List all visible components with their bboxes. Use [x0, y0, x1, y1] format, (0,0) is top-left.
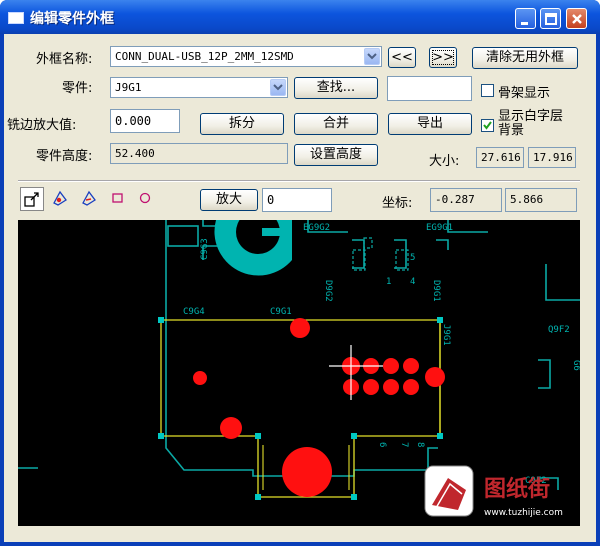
- polygon-edit-icon[interactable]: [78, 187, 102, 211]
- outline-name-dropdown[interactable]: CONN_DUAL-USB_12P_2MM_12SMD: [110, 46, 382, 67]
- white-bg-label: 显示白字层 背景: [498, 109, 564, 138]
- label-d9g2: D9G2: [323, 280, 333, 302]
- mill-label: 铣边放大值:: [7, 118, 77, 133]
- size-height-field: 17.916: [528, 147, 576, 168]
- pcb-drawing: C9G3 EG9G2 EG9G1 D9G2 D9G1 C9G4 C9G1 J9G…: [18, 220, 580, 518]
- skeleton-checkbox[interactable]: [481, 84, 494, 97]
- label-pin4: 4: [410, 277, 415, 287]
- label-pin5: 5: [410, 253, 415, 263]
- label-pin1: 1: [386, 277, 391, 287]
- section-divider: [18, 180, 580, 182]
- label-pin8: 8: [415, 442, 425, 447]
- label-eg9g1: EG9G1: [426, 223, 453, 233]
- circle-tool-icon[interactable]: [134, 187, 158, 211]
- pcb-canvas[interactable]: C9G3 EG9G2 EG9G1 D9G2 D9G1 C9G4 C9G1 J9G…: [18, 220, 580, 526]
- export-button[interactable]: 导出: [388, 113, 472, 135]
- outline-name-label: 外框名称:: [36, 52, 93, 67]
- watermark-brand: 图纸街: [484, 476, 550, 502]
- size-label: 大小:: [429, 154, 460, 169]
- prev-outline-button[interactable]: <<: [388, 47, 416, 68]
- chevron-down-icon[interactable]: [270, 79, 286, 96]
- skeleton-label: 骨架显示: [498, 86, 551, 101]
- label-j9g1: J9G1: [441, 324, 451, 346]
- part-label: 零件:: [62, 81, 93, 96]
- coord-y-field: 5.866: [505, 188, 577, 212]
- select-arrow-icon[interactable]: [20, 187, 44, 211]
- set-height-button[interactable]: 设置高度: [294, 144, 378, 166]
- next-outline-button[interactable]: >>: [429, 47, 457, 68]
- mill-input[interactable]: 0.000: [110, 109, 180, 133]
- split-button[interactable]: 拆分: [200, 113, 284, 135]
- label-c9g3: C9G3: [200, 238, 210, 260]
- close-button[interactable]: [566, 8, 587, 29]
- label-pin7: 7: [399, 442, 409, 447]
- height-label: 零件高度:: [36, 149, 93, 164]
- polygon-tool-icon[interactable]: [49, 187, 73, 211]
- window-title: 编辑零件外框: [30, 11, 114, 27]
- chevron-down-icon[interactable]: [364, 48, 380, 65]
- dialog-body: 外框名称: CONN_DUAL-USB_12P_2MM_12SMD << >> …: [4, 34, 596, 542]
- size-width-field: 27.616: [476, 147, 524, 168]
- rectangle-tool-icon[interactable]: [106, 187, 130, 211]
- minimize-button[interactable]: [515, 8, 536, 29]
- zoom-input[interactable]: 0: [262, 188, 332, 212]
- title-bar[interactable]: 编辑零件外框: [0, 0, 600, 34]
- label-g6: G6: [571, 360, 580, 371]
- outline-name-value: CONN_DUAL-USB_12P_2MM_12SMD: [115, 50, 294, 63]
- label-q9f2: Q9F2: [548, 325, 570, 335]
- maximize-button[interactable]: [540, 8, 561, 29]
- part-value: J9G1: [115, 81, 142, 94]
- coord-label: 坐标:: [382, 196, 413, 211]
- label-eg9g2: EG9G2: [303, 223, 330, 233]
- part-dropdown[interactable]: J9G1: [110, 77, 288, 98]
- find-input[interactable]: [387, 76, 472, 101]
- watermark-url: www.tuzhijie.com: [484, 508, 563, 518]
- zoom-button[interactable]: 放大: [200, 189, 258, 211]
- label-c9g4: C9G4: [183, 307, 205, 317]
- window-icon: [8, 12, 24, 24]
- white-bg-checkbox[interactable]: [481, 119, 494, 132]
- coord-x-field: -0.287: [430, 188, 502, 212]
- dialog-window: 编辑零件外框 外框名称: CONN_DUAL-USB_12P_2MM_12SMD…: [0, 0, 600, 546]
- label-c9g1: C9G1: [270, 307, 292, 317]
- label-pin6: 6: [377, 442, 387, 447]
- component-outline: [167, 225, 199, 247]
- label-d9g1: D9G1: [431, 280, 441, 302]
- height-field: 52.400: [110, 143, 288, 164]
- clear-unused-outline-button[interactable]: 清除无用外框: [472, 47, 578, 69]
- merge-button[interactable]: 合并: [294, 113, 378, 135]
- find-button[interactable]: 查找...: [294, 77, 378, 99]
- watermark: 图纸街 www.tuzhijie.com: [424, 465, 563, 518]
